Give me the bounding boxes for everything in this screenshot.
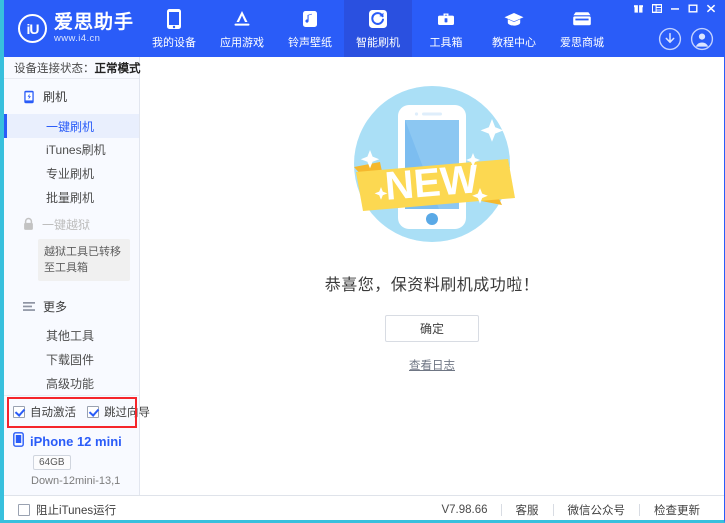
sidebar-item-download-firmware[interactable]: 下载固件	[4, 348, 139, 372]
toolbox-icon	[435, 8, 457, 30]
sidebar-options: 自动激活 跳过向导	[4, 395, 139, 426]
brand-mark-icon: iU	[18, 14, 47, 43]
nav-item-toolbox[interactable]: 工具箱	[412, 0, 480, 57]
sidebar-item-one-key-flash[interactable]: 一键刷机	[4, 114, 139, 138]
sidebar-item-jailbreak: 一键越狱	[4, 209, 139, 235]
nav-item-smart-flash[interactable]: 智能刷机	[344, 0, 412, 57]
svg-text:NEW: NEW	[383, 157, 480, 209]
device-capacity-badge: 64GB	[33, 455, 71, 470]
sidebar-section-label: 刷机	[43, 88, 67, 105]
checkbox-block-itunes-box[interactable]	[18, 504, 30, 516]
connection-status-value: 正常模式	[95, 60, 141, 76]
brand-name: 爱思助手	[54, 13, 134, 33]
device-name: iPhone 12 mini	[30, 434, 122, 449]
sidebar-item-label: iTunes刷机	[46, 141, 106, 158]
maximize-icon[interactable]	[685, 2, 700, 15]
sidebar-section-flash: 刷机	[4, 79, 139, 114]
music-icon	[299, 8, 321, 30]
sidebar-item-label: 高级功能	[46, 375, 94, 392]
nav-item-store[interactable]: 爱思商城	[548, 0, 616, 57]
close-icon[interactable]	[703, 2, 718, 15]
sidebar-item-label: 专业刷机	[46, 165, 94, 182]
sidebar-item-itunes-flash[interactable]: iTunes刷机	[4, 138, 139, 162]
version-label: V7.98.66	[428, 504, 500, 516]
app-body: 设备连接状态：正常模式 刷机 一键刷机 iTunes刷机 专业刷机 批量刷机	[4, 57, 724, 495]
wechat-official-link[interactable]: 微信公众号	[554, 502, 640, 518]
app-header: iU 爱思助手 www.i4.cn 我的设备 应用游戏	[4, 0, 724, 57]
brand-text: 爱思助手 www.i4.cn	[54, 13, 134, 45]
brand-url: www.i4.cn	[54, 34, 134, 44]
sidebar: 设备连接状态：正常模式 刷机 一键刷机 iTunes刷机 专业刷机 批量刷机	[4, 57, 140, 495]
sidebar-item-other-tools[interactable]: 其他工具	[4, 324, 139, 348]
nav-label: 爱思商城	[560, 34, 604, 50]
gift-icon[interactable]	[631, 2, 646, 15]
sidebar-item-label: 其他工具	[46, 327, 94, 344]
view-log-link[interactable]: 查看日志	[409, 357, 455, 373]
sidebar-options-row: 自动激活 跳过向导	[4, 404, 139, 420]
sidebar-item-label: 批量刷机	[46, 189, 94, 206]
sidebar-item-pro-flash[interactable]: 专业刷机	[4, 162, 139, 186]
nav-label: 我的设备	[152, 34, 196, 50]
phone-small-icon	[13, 432, 24, 450]
brand-logo: iU 爱思助手 www.i4.cn	[4, 0, 140, 57]
nav-item-ringtones-wallpapers[interactable]: 铃声壁纸	[276, 0, 344, 57]
status-bar: 阻止iTunes运行 V7.98.66 客服 微信公众号 检查更新	[4, 495, 724, 523]
jailbreak-tooltip: 越狱工具已转移至工具箱	[38, 239, 130, 281]
minimize-icon[interactable]	[667, 2, 682, 15]
status-bar-right: V7.98.66 客服 微信公众号 检查更新	[428, 502, 714, 518]
connected-device-info[interactable]: iPhone 12 mini 64GB Down-12mini-13,1	[4, 426, 139, 495]
new-phone-badge-illustration: NEW	[332, 71, 532, 261]
sidebar-item-label: 下载固件	[46, 351, 94, 368]
nav-label: 智能刷机	[356, 34, 400, 50]
sidebar-item-advanced-features[interactable]: 高级功能	[4, 371, 139, 395]
device-identifier: Down-12mini-13,1	[31, 475, 139, 487]
sidebar-item-batch-flash[interactable]: 批量刷机	[4, 185, 139, 209]
menu-icon[interactable]	[649, 2, 664, 15]
device-title-row: iPhone 12 mini	[13, 432, 139, 450]
account-area	[658, 27, 714, 51]
checkbox-block-itunes[interactable]: 阻止iTunes运行	[18, 502, 116, 518]
sidebar-section-more: 更多	[4, 289, 139, 324]
checkbox-skip-wizard-box[interactable]	[87, 406, 99, 418]
connection-status: 设备连接状态：正常模式	[4, 57, 139, 79]
refresh-icon	[367, 8, 389, 30]
checkbox-skip-wizard[interactable]: 跳过向导	[87, 404, 150, 420]
sidebar-item-label: 一键越狱	[42, 216, 90, 233]
nav-label: 工具箱	[430, 34, 463, 50]
list-icon	[22, 299, 36, 313]
app-window: iU 爱思助手 www.i4.cn 我的设备 应用游戏	[0, 0, 725, 523]
device-flash-icon	[22, 90, 36, 104]
connection-status-label: 设备连接状态：	[14, 60, 95, 76]
checkbox-auto-activate-box[interactable]	[13, 406, 25, 418]
checkbox-block-itunes-label: 阻止iTunes运行	[36, 502, 116, 518]
download-circle-icon[interactable]	[658, 27, 682, 51]
store-icon	[571, 8, 593, 30]
nav-label: 教程中心	[492, 34, 536, 50]
phone-icon	[163, 8, 185, 30]
success-message: 恭喜您，保资料刷机成功啦！	[325, 271, 540, 295]
confirm-button[interactable]: 确定	[385, 315, 479, 342]
appstore-icon	[231, 8, 253, 30]
check-update-link[interactable]: 检查更新	[640, 502, 714, 518]
user-avatar-icon[interactable]	[690, 27, 714, 51]
checkbox-auto-activate-label: 自动激活	[30, 404, 76, 420]
main-content: NEW 恭喜您，保资料刷机成功啦！ 确定 查看日志	[140, 57, 724, 495]
sidebar-item-label: 一键刷机	[46, 118, 94, 135]
nav-label: 应用游戏	[220, 34, 264, 50]
customer-service-link[interactable]: 客服	[502, 502, 553, 518]
graduation-cap-icon	[503, 8, 525, 30]
lock-icon	[22, 217, 35, 231]
nav-item-my-device[interactable]: 我的设备	[140, 0, 208, 57]
nav-item-apps-games[interactable]: 应用游戏	[208, 0, 276, 57]
nav-label: 铃声壁纸	[288, 34, 332, 50]
window-controls	[631, 2, 718, 15]
checkbox-skip-wizard-label: 跳过向导	[104, 404, 150, 420]
nav-item-tutorials[interactable]: 教程中心	[480, 0, 548, 57]
checkbox-auto-activate[interactable]: 自动激活	[13, 404, 76, 420]
sidebar-section-label: 更多	[43, 298, 67, 315]
